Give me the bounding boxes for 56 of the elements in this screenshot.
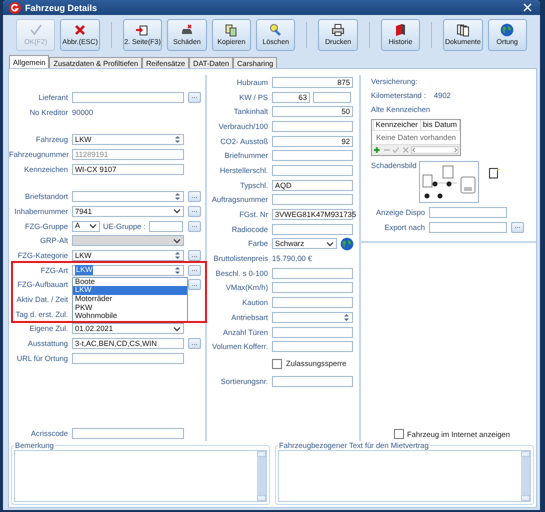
- window-title: Fahrzeug Details: [25, 2, 98, 12]
- globe-icon[interactable]: [340, 236, 354, 251]
- scrollbar[interactable]: [257, 451, 266, 501]
- check-icon[interactable]: [392, 146, 400, 154]
- text-field[interactable]: [272, 150, 353, 162]
- text-field[interactable]: [272, 120, 353, 132]
- chevron-down-icon[interactable]: [173, 326, 181, 332]
- pages-icon: [224, 23, 238, 37]
- spin-arrows-icon[interactable]: [174, 266, 181, 275]
- text-field[interactable]: [272, 282, 353, 294]
- memo-field[interactable]: [278, 450, 531, 502]
- spin-field[interactable]: [272, 312, 353, 323]
- spin-arrows-icon[interactable]: [174, 135, 181, 144]
- text-field[interactable]: [272, 268, 353, 279]
- documents-icon: [456, 23, 470, 37]
- text-field[interactable]: [72, 92, 184, 103]
- spin-field[interactable]: [72, 191, 184, 202]
- text-field[interactable]: [72, 352, 184, 364]
- close-icon[interactable]: [523, 3, 532, 12]
- truck-diagram-drawing: [419, 161, 479, 203]
- check-icon: [28, 23, 43, 37]
- text-field[interactable]: [429, 222, 507, 233]
- text-field[interactable]: [272, 341, 353, 352]
- spin-arrows-icon[interactable]: [174, 251, 181, 260]
- globe-icon[interactable]: [500, 23, 514, 37]
- document-arrow-icon: [135, 23, 150, 37]
- scrollbar[interactable]: [521, 451, 530, 501]
- text-field[interactable]: [429, 206, 507, 218]
- spin-arrows-icon[interactable]: [174, 192, 181, 202]
- car-icon: [180, 23, 194, 37]
- printer-icon: [331, 23, 346, 37]
- memo-field[interactable]: [14, 450, 267, 502]
- chevron-down-icon[interactable]: [89, 223, 97, 230]
- text-field[interactable]: [72, 428, 184, 440]
- chevron-down-icon[interactable]: [173, 238, 181, 244]
- chevron-down-icon[interactable]: [326, 240, 334, 247]
- plus-icon[interactable]: [373, 146, 381, 154]
- dropdown-field[interactable]: [72, 235, 184, 246]
- text-field[interactable]: [272, 224, 353, 235]
- spin-arrows-icon[interactable]: [343, 312, 350, 322]
- horizontal-scrollbar[interactable]: [411, 146, 459, 154]
- text-field[interactable]: [272, 326, 353, 338]
- text-field[interactable]: [272, 164, 353, 176]
- app-logo-icon: [9, 2, 21, 14]
- text-field[interactable]: [313, 92, 351, 103]
- text-field[interactable]: [148, 220, 183, 232]
- text-field[interactable]: [272, 297, 353, 308]
- book-icon: [393, 23, 408, 37]
- new-document-icon[interactable]: [487, 166, 500, 179]
- checkbox[interactable]: [394, 429, 404, 439]
- cross-icon: [73, 23, 88, 37]
- checkbox[interactable]: [272, 358, 282, 369]
- text-field[interactable]: [272, 376, 353, 387]
- cross-icon[interactable]: [402, 146, 410, 154]
- text-field[interactable]: [272, 194, 353, 206]
- chevron-down-icon[interactable]: [173, 208, 181, 214]
